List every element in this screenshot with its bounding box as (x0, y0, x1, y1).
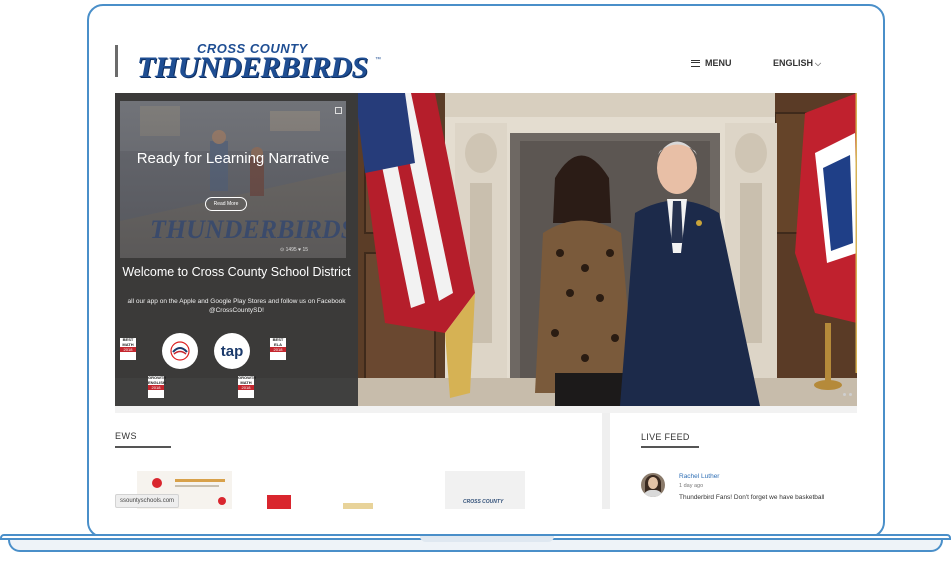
slider-dots[interactable] (843, 393, 852, 396)
apple-app-store-button[interactable] (162, 333, 198, 369)
news-thumbnail[interactable] (343, 503, 373, 509)
feed-author-link[interactable]: Rachel Luther (679, 473, 719, 480)
menu-label: MENU (705, 58, 732, 68)
badge-year: 2018 (270, 347, 286, 352)
news-heading: EWS (115, 431, 138, 441)
avatar-face (648, 477, 658, 489)
welcome-text: all our app on the Apple and Google Play… (127, 298, 346, 314)
scroll-edge (115, 45, 118, 77)
news-section: EWS ssountyschools.com CROSS COUNTY (115, 413, 602, 509)
award-badge: BEST MATH 2018 (120, 337, 136, 360)
avatar-shirt (643, 490, 663, 497)
chevron-down-icon: ⌵ (815, 59, 822, 68)
tap-logo-icon: tap (220, 342, 244, 360)
badge-label: GROWTH ENGLISH (148, 375, 167, 385)
video-stats: ⊙ 1495 ♥ 15 (280, 247, 309, 253)
slider-dot[interactable] (849, 393, 852, 396)
hamburger-icon (691, 59, 700, 67)
news-thumbnail[interactable] (267, 495, 291, 509)
app-store-icon (170, 341, 190, 361)
language-label: ENGLISH (773, 58, 814, 68)
award-badge: BEST ELA 2018 (270, 337, 286, 360)
award-badge: GROWTH MATH 2018 (238, 375, 257, 398)
live-feed-section: LIVE FEED Rachel Luther 1 day ago Thunde… (610, 413, 857, 509)
laptop-base (0, 534, 951, 558)
language-selector[interactable]: ENGLISH ⌵ (773, 58, 821, 69)
feed-timestamp: 1 day ago (679, 483, 704, 489)
award-badge: GROWTH ENGLISH 2018 (148, 375, 167, 398)
site-header: CROSS COUNTY THUNDERBIRDS ™ MENU ENGLISH… (115, 33, 857, 94)
column-divider (602, 413, 610, 509)
laptop-notch (420, 536, 554, 542)
website-screen: CROSS COUNTY THUNDERBIRDS ™ MENU ENGLISH… (115, 33, 857, 509)
news-thumb-text: CROSS COUNTY (463, 499, 504, 505)
badge-label: BEST MATH (122, 337, 134, 347)
google-play-button[interactable]: tap (214, 333, 250, 369)
expand-icon[interactable] (335, 107, 342, 114)
status-url: ssountyschools.com (115, 494, 180, 508)
live-feed-heading: LIVE FEED (641, 432, 690, 442)
badge-year: 2018 (120, 347, 136, 352)
welcome-title: Welcome to Cross County School District (122, 265, 351, 279)
live-feed-underline (641, 446, 699, 448)
welcome-panel: Ready for Learning Narrative Read More T… (115, 93, 358, 406)
logo-trademark: ™ (375, 57, 381, 63)
site-logo[interactable]: CROSS COUNTY THUNDERBIRDS ™ (137, 41, 381, 89)
news-heading-underline (115, 446, 171, 448)
feed-post-text: Thunderbird Fans! Don't forget we have b… (679, 494, 825, 501)
badge-year: 2018 (238, 385, 254, 390)
news-thumbnail[interactable]: CROSS COUNTY (445, 471, 525, 509)
avatar[interactable] (641, 473, 665, 497)
logo-title: THUNDERBIRDS (137, 51, 368, 84)
read-more-button[interactable]: Read More (205, 197, 247, 211)
slider-dot[interactable] (843, 393, 846, 396)
badge-label: BEST ELA (272, 337, 284, 347)
menu-button[interactable]: MENU (691, 58, 732, 68)
badge-year: 2018 (148, 385, 164, 390)
video-watermark: THUNDERBIRDS (150, 215, 346, 244)
video-title: Ready for Learning Narrative (136, 150, 330, 167)
video-card[interactable]: Ready for Learning Narrative Read More T… (120, 101, 346, 258)
badge-label: GROWTH MATH (238, 375, 257, 385)
